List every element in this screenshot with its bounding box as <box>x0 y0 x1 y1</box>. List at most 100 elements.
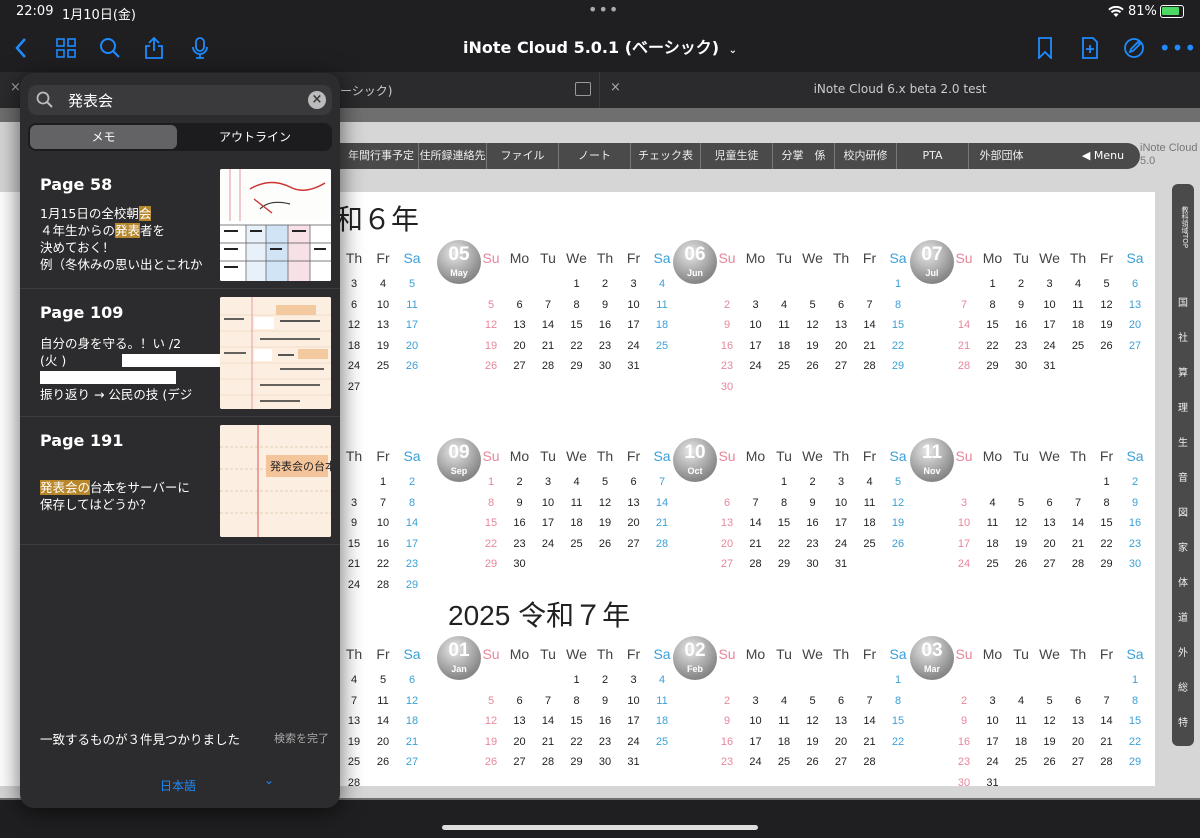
calendar-day[interactable]: 25 <box>563 538 591 550</box>
calendar-day[interactable]: 6 <box>620 476 648 488</box>
calendar-day[interactable]: 26 <box>1036 756 1064 768</box>
calendar-day[interactable]: 23 <box>591 340 619 352</box>
calendar-day[interactable]: 28 <box>950 360 978 372</box>
calendar-day[interactable]: 15 <box>884 319 912 331</box>
calendar-day[interactable]: 27 <box>827 360 855 372</box>
calendar-day[interactable]: 28 <box>534 360 562 372</box>
clear-search-icon[interactable]: × <box>308 91 326 109</box>
calendar-day[interactable]: 17 <box>620 319 648 331</box>
calendar-day[interactable]: 7 <box>648 476 676 488</box>
calendar-day[interactable]: 24 <box>742 756 770 768</box>
calendar-day[interactable]: 28 <box>369 579 397 591</box>
calendar-day[interactable]: 8 <box>398 497 426 509</box>
menu-item[interactable]: 校内研修 <box>834 143 896 169</box>
calendar-day[interactable]: 17 <box>1036 319 1064 331</box>
calendar-day[interactable]: 1 <box>477 476 505 488</box>
calendar-day[interactable]: 20 <box>713 538 741 550</box>
calendar-day[interactable]: 30 <box>1121 558 1149 570</box>
calendar-day[interactable]: 22 <box>884 340 912 352</box>
calendar-day[interactable]: 5 <box>799 299 827 311</box>
menu-item[interactable]: 住所録連絡先 <box>418 143 486 169</box>
calendar-day[interactable]: 21 <box>856 736 884 748</box>
calendar-day[interactable]: 21 <box>534 736 562 748</box>
calendar-day[interactable]: 14 <box>742 517 770 529</box>
calendar-day[interactable]: 11 <box>770 319 798 331</box>
menu-button[interactable]: ◀ Menu <box>1068 143 1138 169</box>
calendar-day[interactable]: 12 <box>398 695 426 707</box>
calendar-day[interactable]: 28 <box>856 756 884 768</box>
calendar-day[interactable]: 6 <box>340 299 368 311</box>
menu-item[interactable]: 児童生徒 <box>700 143 772 169</box>
calendar-day[interactable]: 6 <box>506 299 534 311</box>
calendar-day[interactable]: 26 <box>369 756 397 768</box>
calendar-day[interactable]: 10 <box>742 319 770 331</box>
calendar-day[interactable]: 28 <box>856 360 884 372</box>
multitask-dots-icon[interactable]: ••• <box>588 0 619 19</box>
calendar-day[interactable]: 6 <box>827 299 855 311</box>
calendar-day[interactable]: 17 <box>398 319 426 331</box>
calendar-day[interactable]: 9 <box>340 517 368 529</box>
calendar-day[interactable]: 20 <box>398 340 426 352</box>
calendar-day[interactable]: 10 <box>950 517 978 529</box>
calendar-day[interactable]: 14 <box>648 497 676 509</box>
calendar-day[interactable]: 9 <box>591 695 619 707</box>
calendar-day[interactable]: 28 <box>742 558 770 570</box>
subject-tab[interactable]: 総 <box>1172 679 1194 694</box>
calendar-day[interactable]: 9 <box>713 715 741 727</box>
calendar-day[interactable]: 19 <box>477 736 505 748</box>
calendar-day[interactable]: 13 <box>506 715 534 727</box>
calendar-day[interactable]: 30 <box>950 777 978 789</box>
calendar-day[interactable]: 4 <box>563 476 591 488</box>
calendar-day[interactable]: 7 <box>856 299 884 311</box>
calendar-day[interactable]: 12 <box>1036 715 1064 727</box>
subject-tab[interactable]: 算 <box>1172 364 1194 379</box>
calendar-day[interactable]: 11 <box>563 497 591 509</box>
calendar-day[interactable]: 2 <box>591 278 619 290</box>
calendar-day[interactable]: 19 <box>477 340 505 352</box>
calendar-day[interactable]: 12 <box>340 319 368 331</box>
calendar-day[interactable]: 24 <box>534 538 562 550</box>
calendar-day[interactable]: 27 <box>506 756 534 768</box>
calendar-day[interactable]: 12 <box>799 319 827 331</box>
calendar-day[interactable]: 12 <box>477 319 505 331</box>
calendar-day[interactable]: 24 <box>340 360 368 372</box>
calendar-day[interactable]: 3 <box>979 695 1007 707</box>
calendar-day[interactable]: 25 <box>770 360 798 372</box>
calendar-day[interactable]: 16 <box>1121 517 1149 529</box>
calendar-day[interactable]: 14 <box>1064 517 1092 529</box>
calendar-day[interactable]: 20 <box>506 340 534 352</box>
calendar-day[interactable]: 29 <box>884 360 912 372</box>
calendar-day[interactable]: 26 <box>1093 340 1121 352</box>
calendar-day[interactable]: 22 <box>369 558 397 570</box>
subject-tab[interactable]: 体 <box>1172 574 1194 589</box>
calendar-day[interactable]: 19 <box>1093 319 1121 331</box>
calendar-day[interactable]: 14 <box>856 715 884 727</box>
calendar-day[interactable]: 2 <box>1007 278 1035 290</box>
calendar-day[interactable]: 25 <box>979 558 1007 570</box>
calendar-day[interactable]: 1 <box>770 476 798 488</box>
calendar-day[interactable]: 24 <box>979 756 1007 768</box>
calendar-day[interactable]: 24 <box>742 360 770 372</box>
calendar-day[interactable]: 31 <box>979 777 1007 789</box>
calendar-day[interactable]: 8 <box>770 497 798 509</box>
calendar-day[interactable]: 1 <box>884 278 912 290</box>
calendar-day[interactable]: 12 <box>884 497 912 509</box>
calendar-day[interactable]: 7 <box>534 695 562 707</box>
back-button[interactable] <box>6 24 36 72</box>
calendar-day[interactable]: 18 <box>1007 736 1035 748</box>
subject-tab[interactable]: 理 <box>1172 399 1194 414</box>
calendar-day[interactable]: 27 <box>506 360 534 372</box>
calendar-day[interactable]: 22 <box>884 736 912 748</box>
calendar-day[interactable]: 20 <box>620 517 648 529</box>
calendar-day[interactable]: 10 <box>369 517 397 529</box>
calendar-day[interactable]: 16 <box>950 736 978 748</box>
calendar-day[interactable]: 8 <box>563 299 591 311</box>
calendar-day[interactable]: 26 <box>1007 558 1035 570</box>
calendar-day[interactable]: 2 <box>398 476 426 488</box>
calendar-day[interactable]: 5 <box>1007 497 1035 509</box>
calendar-day[interactable]: 29 <box>770 558 798 570</box>
calendar-day[interactable]: 25 <box>770 756 798 768</box>
calendar-day[interactable]: 1 <box>563 278 591 290</box>
calendar-day[interactable]: 1 <box>884 674 912 686</box>
subject-tab[interactable]: 社 <box>1172 329 1194 344</box>
